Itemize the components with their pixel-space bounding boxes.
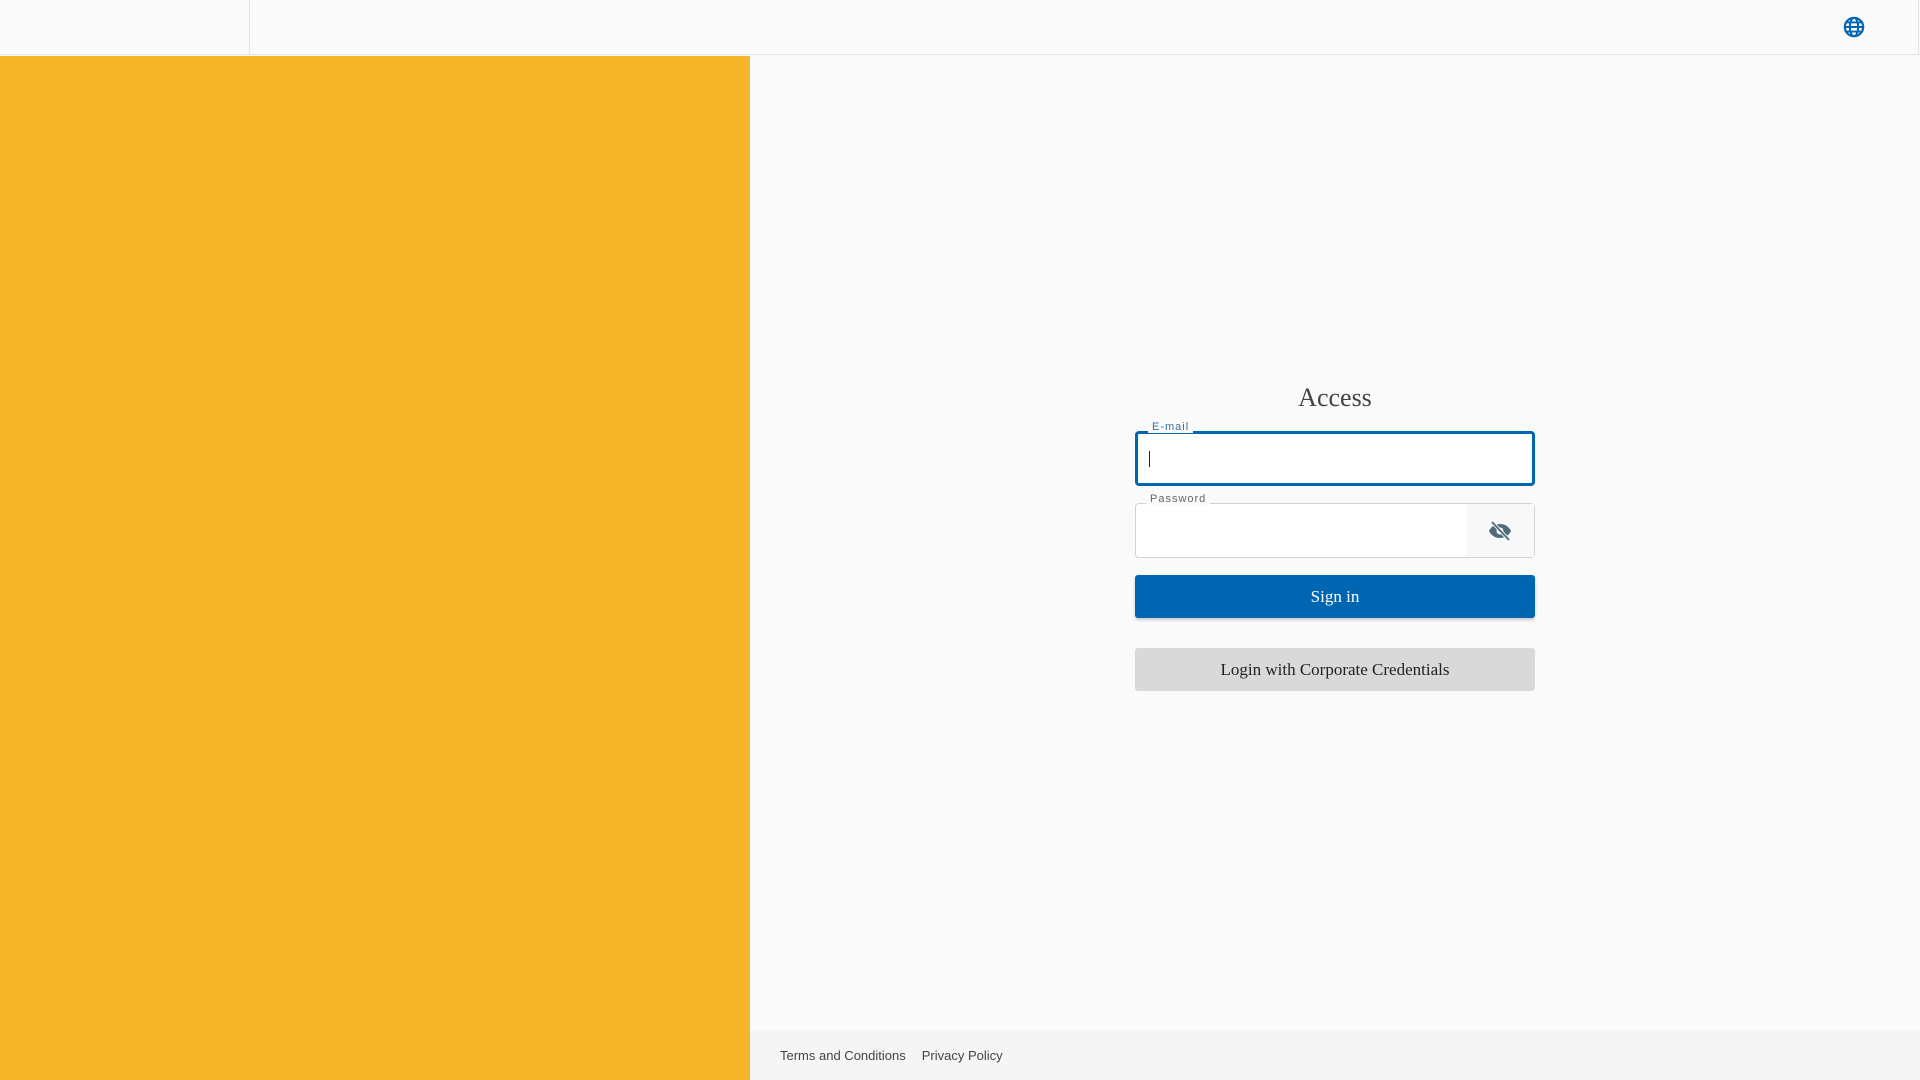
email-label: E-mail — [1148, 421, 1194, 433]
header-right-divider — [1918, 0, 1919, 55]
text-caret — [1149, 451, 1150, 467]
eye-off-icon[interactable] — [1466, 504, 1534, 557]
top-bar — [0, 0, 1920, 55]
terms-link[interactable]: Terms and Conditions — [780, 1048, 906, 1063]
brand-panel — [0, 56, 750, 1080]
page-title: Access — [1298, 383, 1372, 412]
sign-in-button[interactable]: Sign in — [1135, 575, 1535, 618]
email-field[interactable]: E-mail — [1135, 421, 1535, 486]
globe-icon[interactable] — [1843, 16, 1865, 38]
password-label: Password — [1146, 493, 1211, 505]
password-field[interactable]: Password — [1135, 493, 1535, 558]
corporate-login-button[interactable]: Login with Corporate Credentials — [1135, 648, 1535, 691]
footer: Terms and Conditions Privacy Policy — [750, 1031, 1920, 1080]
privacy-link[interactable]: Privacy Policy — [922, 1048, 1003, 1063]
header-divider — [249, 0, 250, 55]
